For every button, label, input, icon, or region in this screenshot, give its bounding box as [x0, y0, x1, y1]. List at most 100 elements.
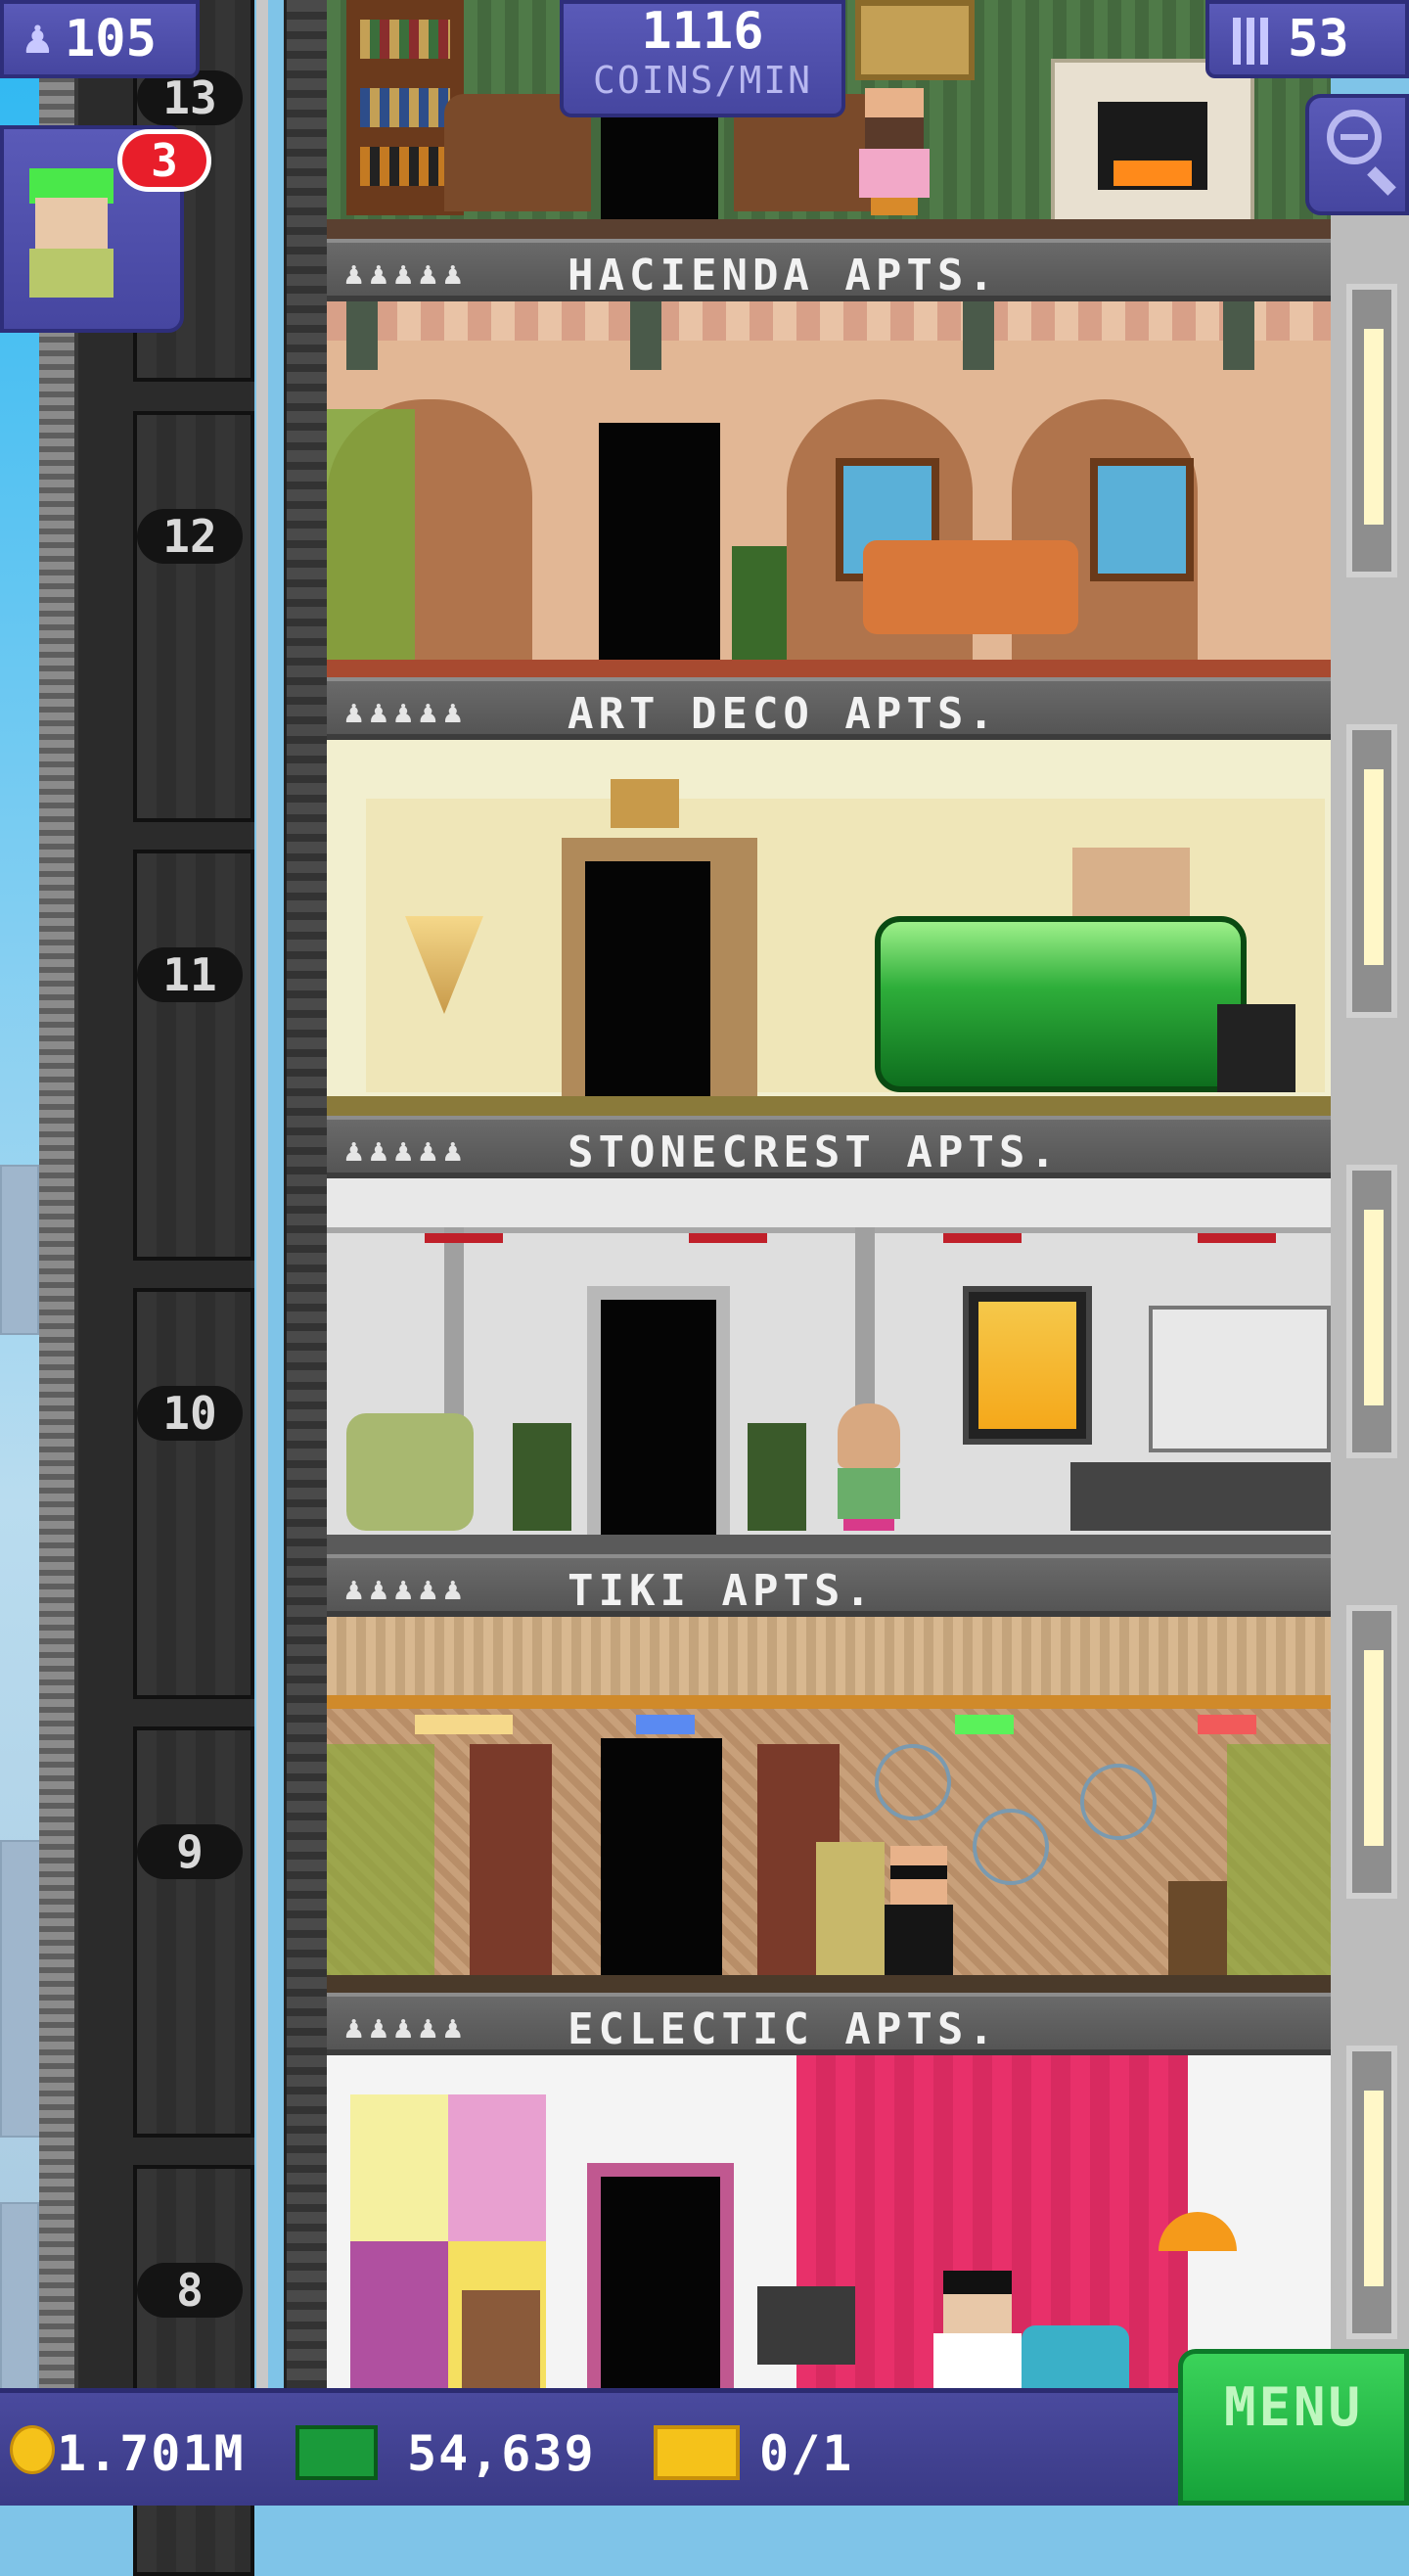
- bird-cage: [875, 1744, 951, 1820]
- city-building: [0, 1840, 43, 2138]
- bitizen-glasses[interactable]: [462, 2290, 540, 2388]
- building-icon: [1233, 18, 1268, 65]
- bitizen-notification-button[interactable]: 3: [0, 125, 211, 333]
- coins-per-min-panel: 1116 COINS/MIN: [560, 0, 845, 117]
- floor-label-tiki[interactable]: ♟♟♟♟♟ TIKI APTS.: [327, 1554, 1331, 1617]
- ticket-icon: [654, 2425, 740, 2480]
- coins-per-min-value: 1116: [641, 2, 764, 61]
- side-table: [1168, 1881, 1227, 1979]
- floor-10-room[interactable]: [327, 1178, 1331, 1554]
- floor-11-room[interactable]: [327, 740, 1331, 1116]
- picture-frame: [855, 0, 975, 80]
- warp-pipe[interactable]: [875, 916, 1247, 1092]
- bird-cage: [1080, 1764, 1157, 1840]
- plant: [732, 546, 787, 664]
- residents-icon: ♟♟♟♟♟: [344, 254, 469, 292]
- bitizen-sunglasses[interactable]: [885, 1846, 953, 1975]
- plant: [327, 409, 415, 673]
- ceiling-lamp: [1198, 1233, 1276, 1243]
- plant: [748, 1423, 806, 1531]
- floor-label-hacienda[interactable]: ♟♟♟♟♟ HACIENDA APTS.: [327, 239, 1331, 301]
- floor-name: TIKI APTS.: [568, 1566, 876, 1616]
- bitizen-avatar: [29, 168, 114, 305]
- bitizen-dark-hair[interactable]: [933, 2271, 1022, 2388]
- elevator-floor-segment: [133, 1726, 254, 2138]
- floor-number: 12: [137, 509, 243, 564]
- floor-10-door: [601, 1300, 716, 1535]
- armchair: [346, 1413, 474, 1531]
- ceiling-lamp: [689, 1233, 767, 1243]
- floor-9-room[interactable]: [327, 1617, 1331, 1993]
- flower-painting: [1072, 848, 1190, 926]
- bitizen-redhead[interactable]: [816, 1842, 885, 1975]
- floor-8-room[interactable]: [327, 2055, 1331, 2388]
- fireplace: [1051, 59, 1254, 227]
- floor-number: 8: [137, 2263, 243, 2318]
- bitizen-bearded[interactable]: [855, 88, 933, 215]
- coin-icon: [10, 2425, 55, 2474]
- ceiling-lamp: [425, 1233, 503, 1243]
- side-window: [1346, 284, 1397, 577]
- tiki-statue: [470, 1744, 552, 1975]
- floor-label-eclectic[interactable]: ♟♟♟♟♟ ECLECTIC APTS.: [327, 1993, 1331, 2055]
- ceiling-lamp: [943, 1233, 1022, 1243]
- floor-number: 9: [137, 1824, 243, 1879]
- floor-name: STONECREST APTS.: [568, 1127, 1061, 1177]
- population-counter[interactable]: ♟ 105: [0, 0, 200, 78]
- plant: [513, 1423, 571, 1531]
- menu-button[interactable]: MENU: [1178, 2349, 1409, 2506]
- person-icon: ♟: [23, 10, 52, 65]
- floor-label-stonecrest[interactable]: ♟♟♟♟♟ STONECREST APTS.: [327, 1116, 1331, 1178]
- notification-badge: 3: [117, 129, 211, 192]
- sofa: [1022, 2325, 1129, 2388]
- residents-icon: ♟♟♟♟♟: [344, 1570, 469, 1607]
- floors-counter[interactable]: 53: [1205, 0, 1409, 78]
- floor-number: 10: [137, 1386, 243, 1441]
- floors-value: 53: [1288, 10, 1349, 69]
- hanging-lamp-blue: [636, 1715, 695, 1734]
- residents-icon: ♟♟♟♟♟: [344, 2008, 469, 2046]
- population-value: 105: [65, 10, 157, 69]
- elevator-floor-segment: [133, 2165, 254, 2576]
- coins-value: 1.701M: [57, 2425, 246, 2482]
- stove: [1217, 1004, 1295, 1092]
- window: [1090, 458, 1194, 581]
- elevator-floor-segment: [133, 411, 254, 822]
- palm-plant: [327, 1744, 434, 1979]
- palm-plant: [1227, 1744, 1331, 1979]
- elevator-rail: [39, 0, 74, 2388]
- lantern: [346, 301, 378, 370]
- side-window: [1346, 1605, 1397, 1899]
- hanging-lamp-yellow: [415, 1715, 513, 1734]
- side-window: [1346, 724, 1397, 1018]
- hanging-lamp-red: [1198, 1715, 1256, 1734]
- lantern: [963, 301, 994, 370]
- kitchen-cabinet: [1149, 1306, 1331, 1452]
- zoom-out-button[interactable]: [1305, 94, 1409, 215]
- city-building: [0, 1165, 39, 1335]
- tv: [757, 2286, 855, 2365]
- side-window: [1346, 1165, 1397, 1458]
- floor-name: ART DECO APTS.: [568, 689, 999, 739]
- floor-13-door: [601, 108, 718, 219]
- bird-cage: [973, 1809, 1049, 1885]
- kitchen-counter: [1070, 1462, 1331, 1531]
- hanging-lamp-green: [955, 1715, 1014, 1734]
- floor-11-door: [585, 861, 710, 1096]
- elevator-floor-segment: [133, 1288, 254, 1699]
- coins-per-min-unit: COINS/MIN: [593, 59, 812, 102]
- floor-12-door: [599, 423, 720, 669]
- floor-12-room[interactable]: [327, 301, 1331, 677]
- tower-edge: [284, 0, 333, 2388]
- floor-label-art-deco[interactable]: ♟♟♟♟♟ ART DECO APTS.: [327, 677, 1331, 740]
- lantern: [630, 301, 661, 370]
- residents-icon: ♟♟♟♟♟: [344, 693, 469, 730]
- floor-9-door: [601, 1738, 722, 1977]
- bitizen-bald[interactable]: [828, 1403, 910, 1531]
- floor-8-door: [601, 2177, 720, 2388]
- floor-name: HACIENDA APTS.: [568, 251, 999, 300]
- elevator-rail: [256, 0, 268, 2388]
- lantern: [1223, 301, 1254, 370]
- floor-name: ECLECTIC APTS.: [568, 2004, 999, 2054]
- side-window: [1346, 2046, 1397, 2339]
